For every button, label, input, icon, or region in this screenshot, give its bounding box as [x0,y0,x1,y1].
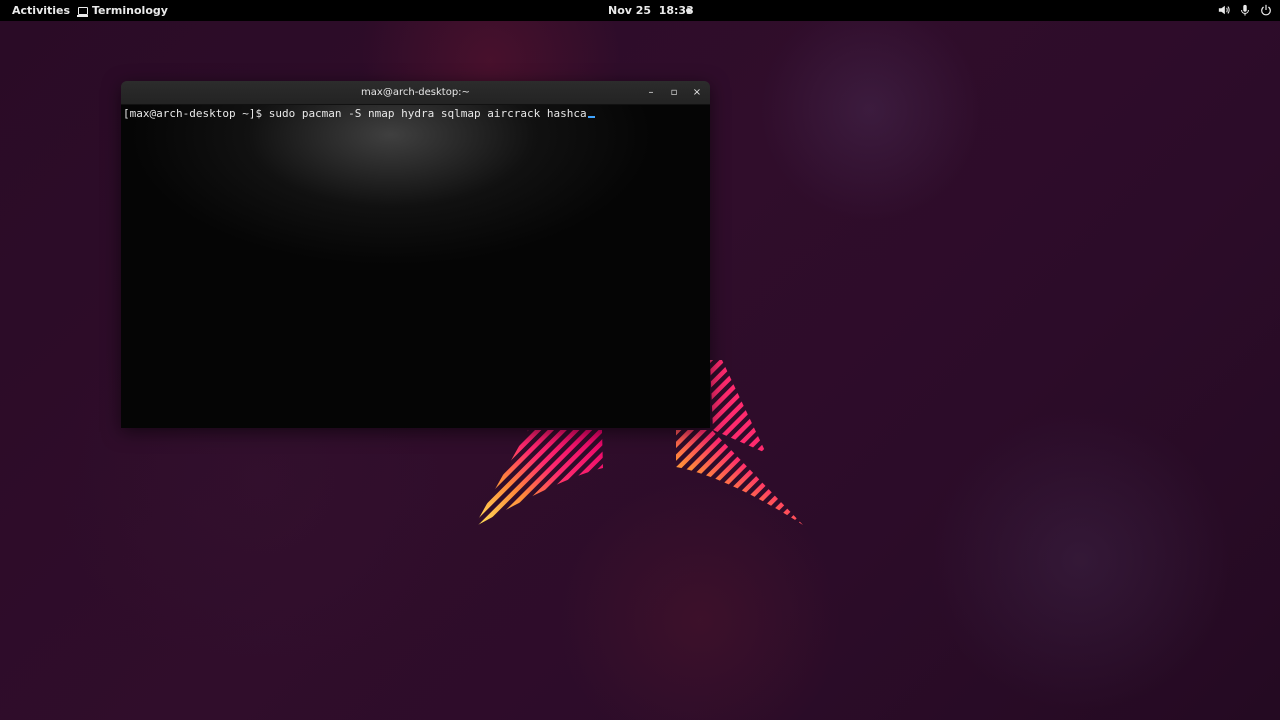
minimize-button[interactable]: – [643,85,659,101]
microphone-icon[interactable] [1239,3,1251,17]
notification-dot-icon [686,8,691,13]
app-menu-button[interactable]: Terminology [77,4,168,17]
power-icon[interactable] [1260,3,1272,17]
top-bar: Activities Terminology Nov 25 18:33 [0,0,1280,21]
maximize-button[interactable]: ▫ [666,85,682,101]
window-title: max@arch-desktop:~ [361,87,470,98]
system-tray[interactable] [1218,3,1272,17]
window-titlebar[interactable]: max@arch-desktop:~ – ▫ × [121,81,710,105]
close-button[interactable]: × [689,85,705,101]
shell-prompt: [max@arch-desktop ~]$ [123,107,269,120]
app-menu-label: Terminology [92,4,168,17]
terminal-window[interactable]: max@arch-desktop:~ – ▫ × [max@arch-deskt… [121,81,710,428]
terminal-app-icon [77,6,88,17]
text-cursor [587,116,595,118]
clock-button[interactable]: Nov 25 18:33 [608,4,694,17]
command-input[interactable]: sudo pacman -S nmap hydra sqlmap aircrac… [269,107,587,120]
command-line[interactable]: [max@arch-desktop ~]$ sudo pacman -S nma… [123,107,595,120]
terminal-body[interactable]: [max@arch-desktop ~]$ sudo pacman -S nma… [121,105,710,428]
volume-icon[interactable] [1218,3,1230,17]
activities-button[interactable]: Activities [12,4,70,17]
